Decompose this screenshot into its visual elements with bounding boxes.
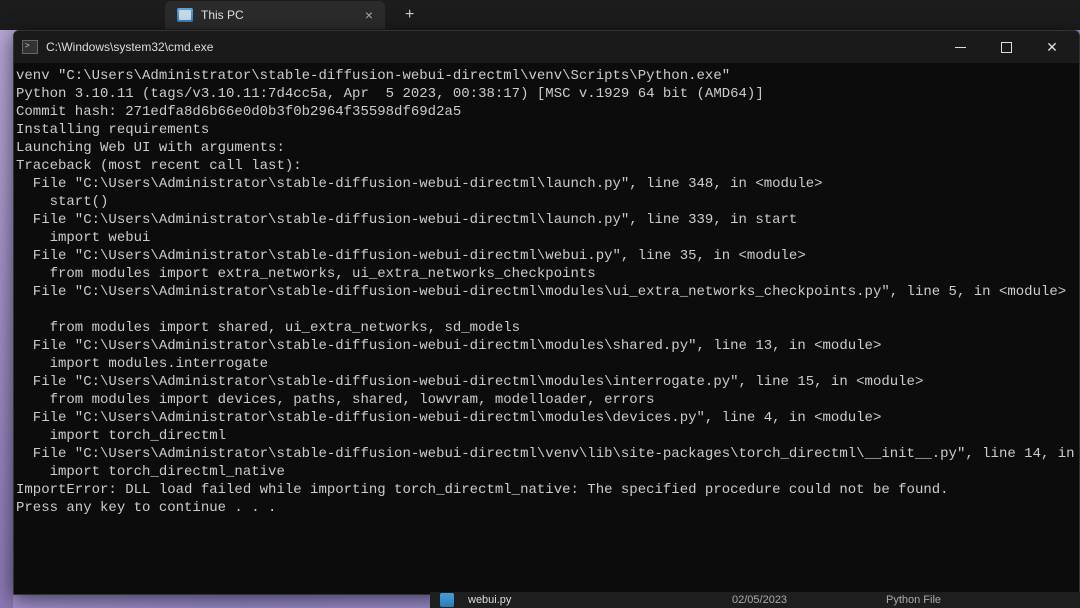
cmd-title: C:\Windows\system32\cmd.exe (46, 40, 937, 54)
explorer-tab-this-pc[interactable]: This PC × (165, 1, 385, 29)
python-file-icon (440, 593, 454, 607)
close-icon: ✕ (1046, 39, 1058, 56)
file-type: Python File (886, 594, 941, 606)
minimize-button[interactable] (937, 31, 983, 63)
file-date: 02/05/2023 (732, 594, 872, 606)
file-name: webui.py (468, 594, 718, 606)
maximize-icon (1001, 42, 1012, 53)
maximize-button[interactable] (983, 31, 1029, 63)
cmd-titlebar[interactable]: C:\Windows\system32\cmd.exe ✕ (14, 31, 1079, 63)
explorer-tab-title: This PC (201, 8, 355, 22)
close-button[interactable]: ✕ (1029, 31, 1075, 63)
this-pc-icon (177, 8, 193, 22)
new-tab-button[interactable]: + (405, 6, 414, 24)
explorer-file-row[interactable]: webui.py 02/05/2023 Python File (430, 592, 1080, 608)
cmd-window: C:\Windows\system32\cmd.exe ✕ venv "C:\U… (13, 30, 1080, 595)
cmd-icon (22, 40, 38, 54)
cmd-output[interactable]: venv "C:\Users\Administrator\stable-diff… (14, 63, 1079, 521)
desktop-edge (0, 30, 13, 608)
minimize-icon (955, 47, 966, 48)
window-controls: ✕ (937, 31, 1075, 63)
close-tab-icon[interactable]: × (365, 7, 373, 23)
explorer-tab-bar: This PC × + (0, 0, 1080, 30)
